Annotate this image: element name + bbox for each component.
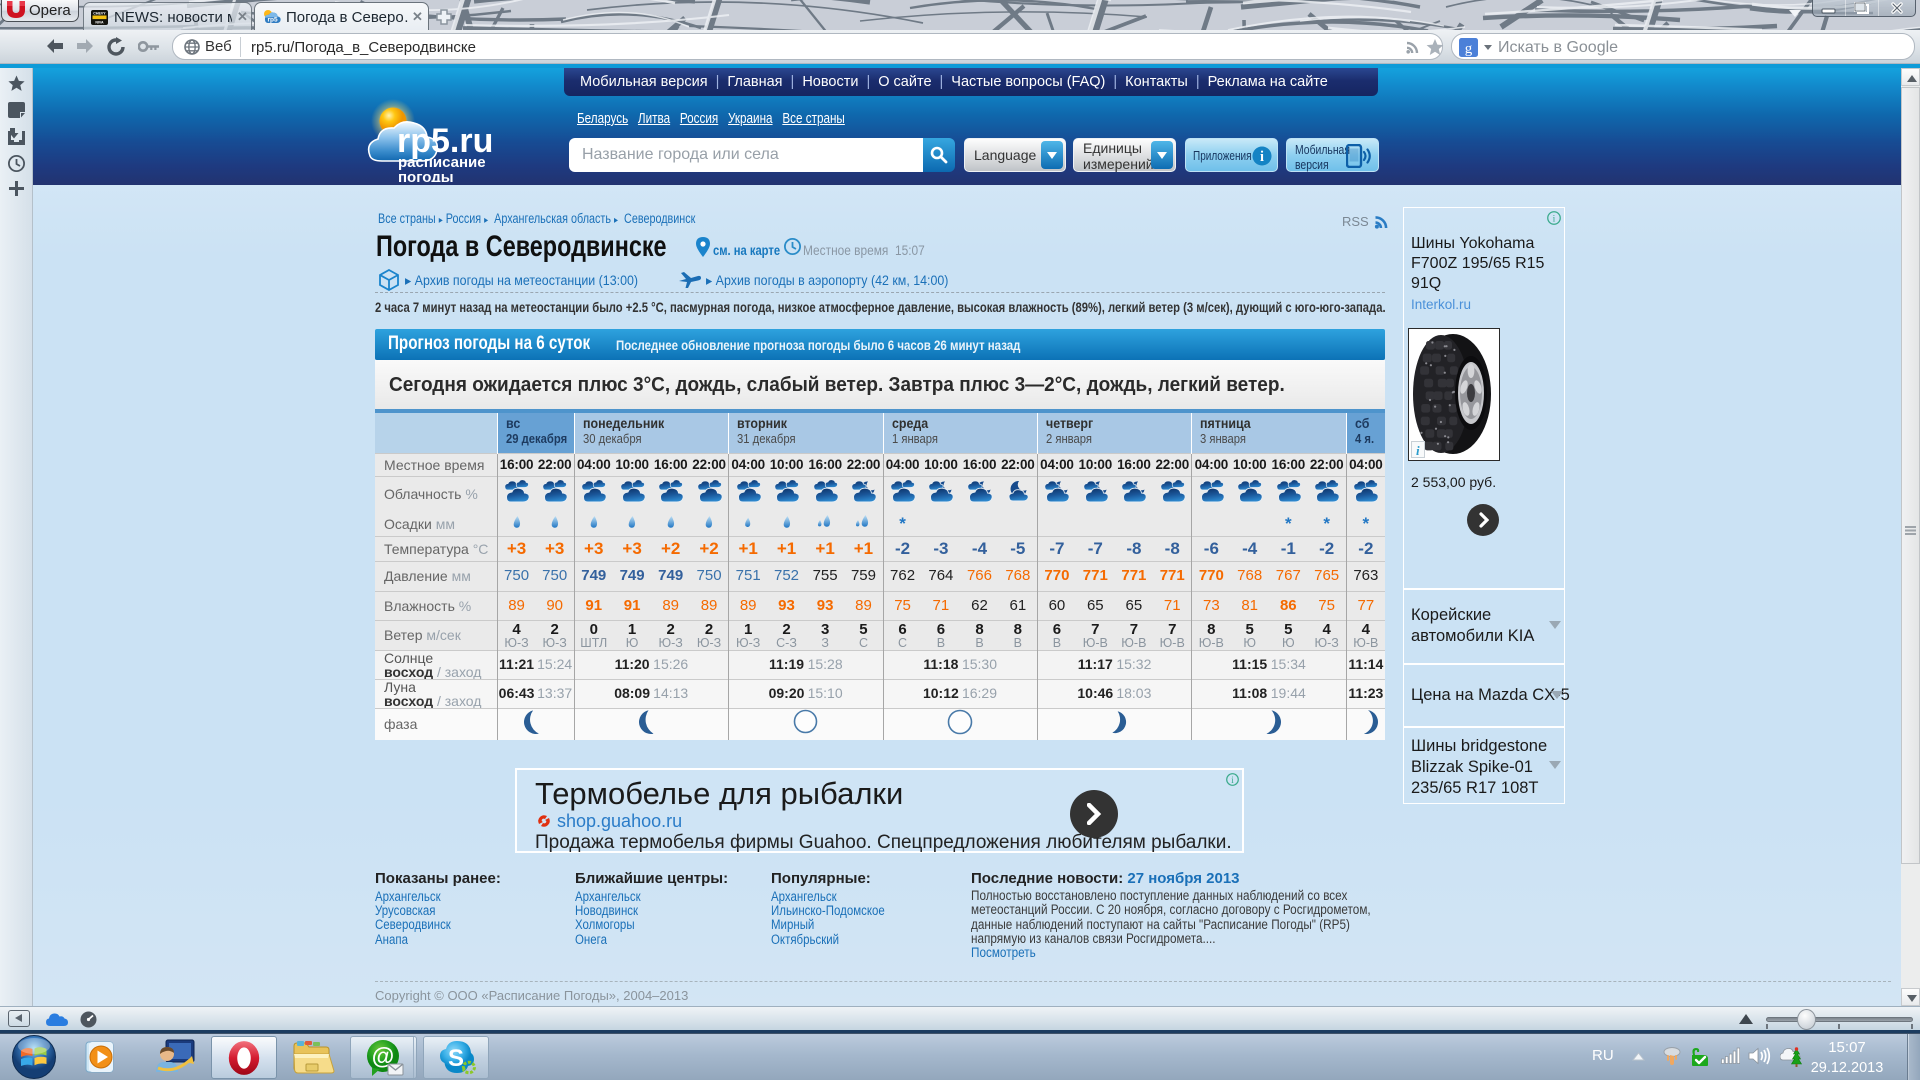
svg-text:i: i xyxy=(1231,775,1234,785)
svg-text:погоды: погоды xyxy=(398,169,454,182)
svg-text:i: i xyxy=(1260,149,1264,165)
svg-text:S: S xyxy=(448,1045,464,1072)
svg-text:i: i xyxy=(1553,214,1556,225)
svg-text:CHEVY: CHEVY xyxy=(93,12,106,16)
svg-text:rp5: rp5 xyxy=(267,17,278,24)
svg-text:NIVA: NIVA xyxy=(95,20,104,24)
svg-text:g: g xyxy=(1465,41,1473,57)
